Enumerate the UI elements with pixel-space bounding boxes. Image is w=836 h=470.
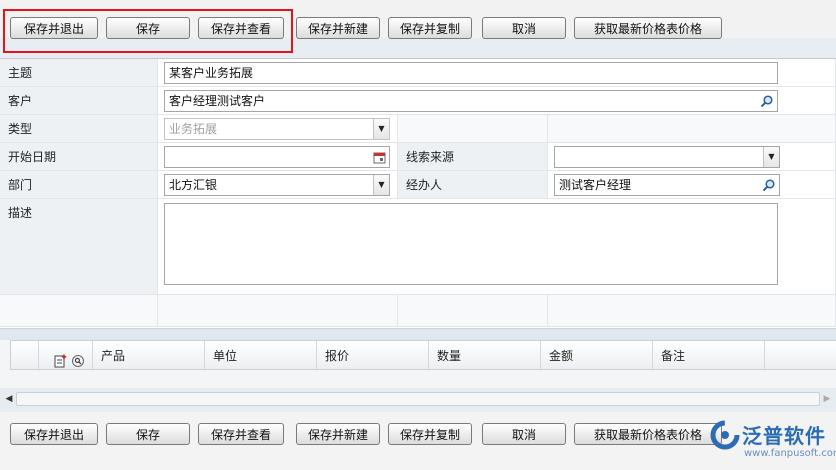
handler-input[interactable]: 测试客户经理 xyxy=(554,174,780,196)
save-and-exit-button[interactable]: 保存并退出 xyxy=(10,17,98,39)
scroll-right-icon[interactable]: ▶ xyxy=(820,392,834,406)
save-and-new-button[interactable]: 保存并新建 xyxy=(296,423,380,445)
save-and-new-button[interactable]: 保存并新建 xyxy=(296,17,380,39)
save-button[interactable]: 保存 xyxy=(106,17,190,39)
column-price[interactable]: 报价 xyxy=(317,341,429,371)
start-date-label: 开始日期 xyxy=(0,143,158,171)
column-amount[interactable]: 金额 xyxy=(541,341,653,371)
lead-source-select[interactable]: ▼ xyxy=(554,146,780,168)
column-unit[interactable]: 单位 xyxy=(205,341,317,371)
chevron-down-icon[interactable]: ▼ xyxy=(763,147,779,167)
brand-watermark: 泛普软件 www.fanpusoft.com xyxy=(704,416,836,464)
column-product[interactable]: 产品 xyxy=(93,341,205,371)
get-latest-price-button[interactable]: 获取最新价格表价格 xyxy=(574,17,722,39)
subject-input[interactable]: 某客户业务拓展 xyxy=(164,62,778,84)
scroll-left-icon[interactable]: ◀ xyxy=(2,392,16,406)
save-and-copy-button[interactable]: 保存并复制 xyxy=(388,17,472,39)
save-and-view-button[interactable]: 保存并查看 xyxy=(198,423,284,445)
save-and-exit-button[interactable]: 保存并退出 xyxy=(10,423,98,445)
description-textarea[interactable] xyxy=(164,203,778,285)
horizontal-scrollbar[interactable]: ◀ ▶ xyxy=(0,390,836,408)
column-quantity[interactable]: 数量 xyxy=(429,341,541,371)
brand-logo-icon xyxy=(710,420,740,453)
department-label: 部门 xyxy=(0,171,158,199)
column-remark[interactable]: 备注 xyxy=(653,341,765,371)
grid-header: 产品 单位 报价 数量 金额 备注 xyxy=(10,340,836,371)
top-toolbar: 保存并退出 保存 保存并查看 保存并新建 保存并复制 取消 获取最新价格表价格 xyxy=(0,0,836,39)
search-icon[interactable] xyxy=(757,91,777,111)
description-label: 描述 xyxy=(0,199,158,295)
subject-label: 主题 xyxy=(0,59,158,87)
department-select[interactable]: 北方汇银 ▼ xyxy=(164,174,390,196)
cancel-button[interactable]: 取消 xyxy=(482,17,566,39)
search-icon[interactable] xyxy=(71,349,85,379)
get-latest-price-button[interactable]: 获取最新价格表价格 xyxy=(574,423,722,445)
add-row-icon[interactable] xyxy=(53,349,67,379)
form-panel: 主题 某客户业务拓展 客户 客户经理测试客户 类型 业务拓展 ▼ 开始日期 线索… xyxy=(0,58,836,328)
brand-url: www.fanpusoft.com xyxy=(744,448,836,459)
calendar-icon[interactable] xyxy=(369,147,389,167)
type-select[interactable]: 业务拓展 ▼ xyxy=(164,118,390,140)
customer-input[interactable]: 客户经理测试客户 xyxy=(164,90,778,112)
product-grid: 产品 单位 报价 数量 金额 备注 xyxy=(0,340,836,388)
scrollbar-track[interactable] xyxy=(16,392,820,406)
section-divider xyxy=(0,328,836,340)
customer-label: 客户 xyxy=(0,87,158,115)
handler-label: 经办人 xyxy=(398,171,548,199)
chevron-down-icon[interactable]: ▼ xyxy=(373,119,389,139)
type-label: 类型 xyxy=(0,115,158,143)
save-button[interactable]: 保存 xyxy=(106,423,190,445)
start-date-input[interactable] xyxy=(164,146,390,168)
search-icon[interactable] xyxy=(759,175,779,195)
cancel-button[interactable]: 取消 xyxy=(482,423,566,445)
brand-name: 泛普软件 xyxy=(742,424,826,448)
save-and-copy-button[interactable]: 保存并复制 xyxy=(388,423,472,445)
lead-source-label: 线索来源 xyxy=(398,143,548,171)
save-and-view-button[interactable]: 保存并查看 xyxy=(198,17,284,39)
chevron-down-icon[interactable]: ▼ xyxy=(373,175,389,195)
